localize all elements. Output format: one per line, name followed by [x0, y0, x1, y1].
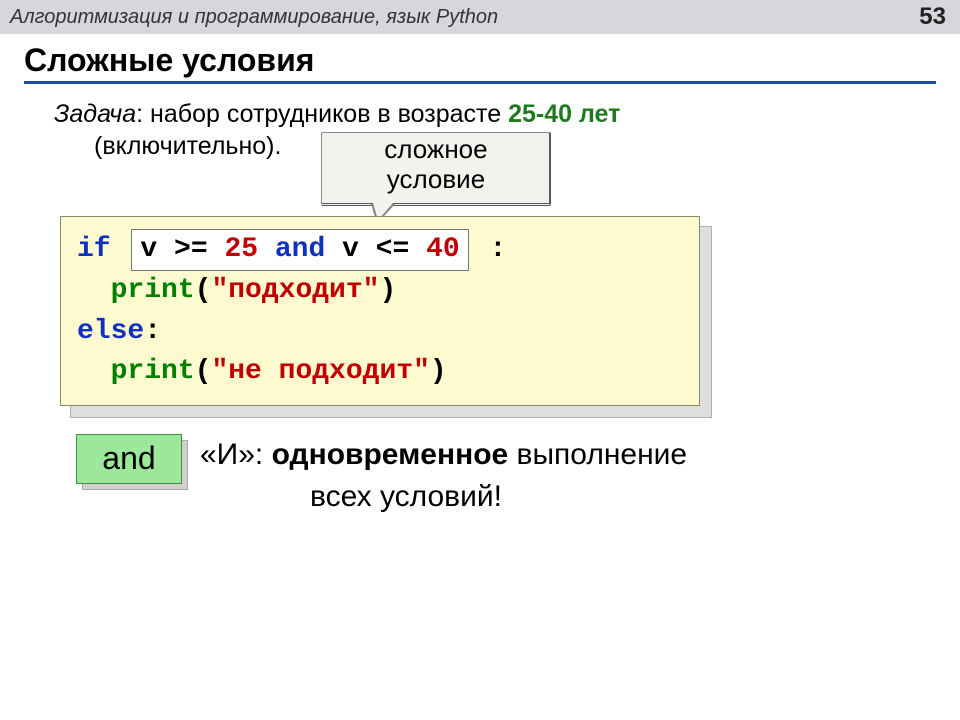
header-title: Алгоритмизация и программирование, язык …	[10, 6, 498, 29]
cond-v2: v <=	[342, 234, 426, 265]
code-line-4: print("не подходит")	[77, 352, 683, 393]
colon-2: :	[144, 316, 161, 347]
task-line-2: (включительно).	[94, 132, 281, 161]
cond-n1: 25	[224, 234, 258, 265]
code-block: if v >= 25 and v <= 40 : print("подходит…	[60, 216, 700, 406]
kw-else: else	[77, 316, 144, 347]
task-line-1: Задача: набор сотрудников в возрасте 25-…	[54, 98, 936, 132]
str-no: "не подходит"	[211, 356, 429, 387]
and-strip: and «И»: одновременное выполнение всех у…	[76, 434, 936, 518]
callout-line2: условие	[328, 165, 543, 195]
str-ok: "подходит"	[211, 275, 379, 306]
and-rest1: выполнение	[508, 438, 687, 471]
kw-print-1: print	[111, 275, 195, 306]
kw-if: if	[77, 234, 111, 265]
colon-1: :	[490, 234, 507, 265]
header-bar: Алгоритмизация и программирование, язык …	[0, 0, 960, 34]
and-badge-wrap: and	[76, 434, 186, 488]
cond-n2: 40	[426, 234, 460, 265]
and-line-1: «И»: одновременное выполнение	[200, 434, 687, 476]
code-line-2: print("подходит")	[77, 271, 683, 312]
page-number: 53	[919, 3, 946, 31]
cond-v1: v >=	[140, 234, 224, 265]
and-badge: and	[76, 434, 182, 484]
content: Сложные условия Задача: набор сотруднико…	[0, 34, 960, 518]
and-bold: одновременное	[272, 438, 509, 471]
callout-line1: сложное	[328, 135, 543, 165]
and-line-2: всех условий!	[200, 476, 687, 518]
task-text: : набор сотрудников в возрасте	[136, 100, 508, 128]
task-label: Задача	[54, 100, 136, 128]
callout-box: сложное условие	[321, 132, 551, 206]
slide: Алгоритмизация и программирование, язык …	[0, 0, 960, 720]
code-box: if v >= 25 and v <= 40 : print("подходит…	[60, 216, 700, 406]
cond-and: and	[258, 234, 342, 265]
and-explanation: «И»: одновременное выполнение всех услов…	[200, 434, 687, 518]
code-line-3: else:	[77, 312, 683, 353]
section-title: Сложные условия	[24, 42, 936, 84]
code-line-1: if v >= 25 and v <= 40 :	[77, 229, 683, 272]
condition-box: v >= 25 and v <= 40	[131, 229, 468, 272]
task-range: 25-40 лет	[508, 100, 620, 128]
and-quote: «И»:	[200, 438, 272, 471]
task-line-2-row: (включительно). сложное условие	[24, 132, 936, 206]
kw-print-2: print	[111, 356, 195, 387]
callout: сложное условие	[321, 132, 551, 206]
